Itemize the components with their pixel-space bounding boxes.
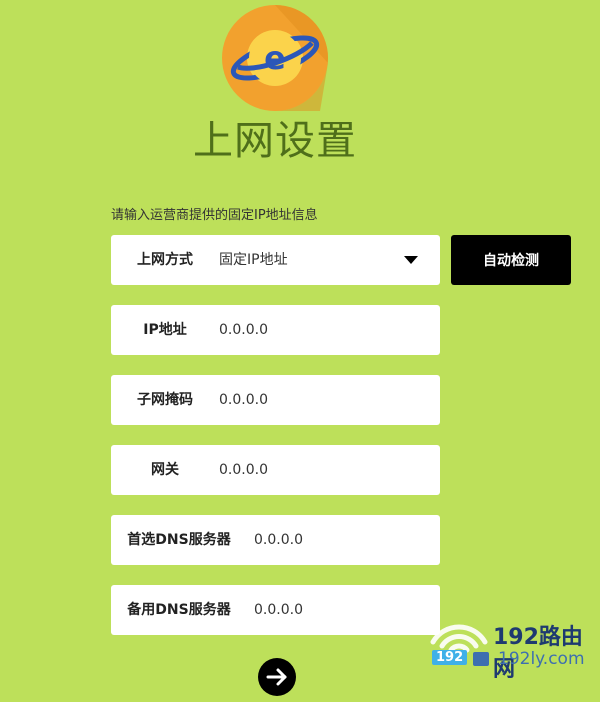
primary-dns-field[interactable]: 首选DNS服务器 0.0.0.0: [111, 515, 440, 565]
auto-detect-button[interactable]: 自动检测: [451, 235, 571, 285]
primary-dns-label: 首选DNS服务器: [127, 532, 231, 548]
subnet-mask-field[interactable]: 子网掩码 0.0.0.0: [111, 375, 440, 425]
subnet-mask-input[interactable]: 0.0.0.0: [219, 375, 268, 425]
chevron-down-icon[interactable]: [404, 256, 418, 264]
next-button[interactable]: [258, 658, 296, 696]
watermark-number: 192: [432, 650, 468, 665]
secondary-dns-field[interactable]: 备用DNS服务器 0.0.0.0: [111, 585, 440, 635]
page-title: 上网设置: [193, 118, 357, 164]
connection-type-value: 固定IP地址: [219, 252, 288, 268]
arrow-right-icon: [266, 668, 287, 686]
logo-icon: e: [220, 3, 330, 113]
connection-type-select[interactable]: 上网方式 固定IP地址: [111, 235, 440, 285]
ip-address-field[interactable]: IP地址 0.0.0.0: [111, 305, 440, 355]
ip-address-input[interactable]: 0.0.0.0: [219, 305, 268, 355]
watermark-url: 192ly.com: [498, 649, 585, 669]
secondary-dns-label: 备用DNS服务器: [127, 602, 231, 618]
connection-type-label: 上网方式: [137, 252, 193, 268]
instruction-text: 请输入运营商提供的固定IP地址信息: [111, 208, 318, 223]
gateway-input[interactable]: 0.0.0.0: [219, 445, 268, 495]
gateway-label: 网关: [151, 462, 179, 478]
svg-text:e: e: [264, 39, 286, 77]
subnet-mask-label: 子网掩码: [137, 392, 193, 408]
secondary-dns-input[interactable]: 0.0.0.0: [254, 585, 303, 635]
ip-address-label: IP地址: [143, 322, 187, 338]
primary-dns-input[interactable]: 0.0.0.0: [254, 515, 303, 565]
gateway-field[interactable]: 网关 0.0.0.0: [111, 445, 440, 495]
